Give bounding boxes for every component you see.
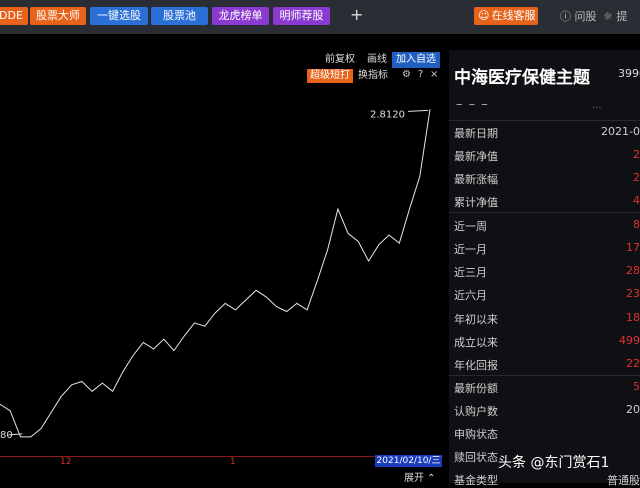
stat-row: 近一周 8 (449, 218, 640, 234)
tab-mentor-picks[interactable]: 明师荐股 (273, 7, 330, 25)
price-placeholder: – – – (456, 97, 489, 112)
stat-value: 5 (633, 380, 640, 393)
stat-label: 近六月 (454, 289, 487, 302)
stat-value: 2021-0 (601, 125, 640, 138)
more-placeholder: ... (592, 100, 602, 111)
x-tick-label: 12 (60, 457, 72, 467)
tab-dde[interactable]: DDE (0, 7, 28, 25)
chevron-up-icon: ⌃ (424, 473, 436, 484)
expand-label: 展开 (404, 473, 424, 484)
stat-label: 最新份额 (454, 382, 498, 395)
stat-label: 申购状态 (454, 428, 498, 441)
ask-stock-button[interactable]: ⓘ 问股 (560, 8, 597, 24)
stat-label: 近一月 (454, 243, 487, 256)
tab-stock-master[interactable]: 股票大师 (30, 7, 86, 25)
expand-button[interactable]: 展开 ⌃ (404, 469, 436, 484)
chart-svg: 2.8120 80 (0, 109, 431, 441)
stat-row: 近一月 17 (449, 241, 640, 257)
stat-label: 基金类型 (454, 474, 498, 487)
stat-row: 最新净值 2 (449, 148, 640, 164)
stat-row: 最新涨幅 2 (449, 171, 640, 187)
add-tab-button[interactable]: + (350, 5, 363, 24)
stat-label: 近三月 (454, 266, 487, 279)
min-label: 80 (0, 430, 13, 441)
stat-row: 认购户数 20 (449, 403, 640, 419)
stat-value: 23 (626, 287, 640, 300)
online-service-label: 在线客服 (491, 9, 536, 22)
divider (449, 375, 640, 376)
tab-one-click-pick[interactable]: 一键选股 (90, 7, 148, 25)
stat-row: 基金类型 普通股 (449, 472, 640, 488)
stat-value: 22 (626, 357, 640, 370)
stat-label: 年化回报 (454, 359, 498, 372)
stat-row: 最新日期 2021-0 (449, 125, 640, 141)
stat-row: 累计净值 4 (449, 194, 640, 210)
divider (449, 212, 640, 213)
stat-row: 最新份额 5 (449, 380, 640, 396)
stat-row: 近六月 23 (449, 287, 640, 303)
top-toolbar: DDE 股票大师 一键选股 股票池 龙虎榜单 明师荐股 + ☺ 在线客服 ⓘ 问股… (0, 0, 640, 34)
stat-label: 近一周 (454, 220, 487, 233)
stat-row: 年初以来 18 (449, 311, 640, 327)
stat-value: 20 (626, 403, 640, 416)
ask-stock-label: 问股 (574, 10, 597, 23)
stat-value: 2 (633, 171, 640, 184)
nav-series-line (0, 109, 431, 438)
current-date-label: 2021/02/10/三 (375, 455, 442, 467)
headset-icon: ☺ (478, 9, 490, 22)
stat-row: 近三月 28 (449, 264, 640, 280)
divider (449, 120, 640, 121)
stat-value: 普通股 (607, 474, 640, 487)
stat-row: 年化回报 22 (449, 357, 640, 373)
tab-stock-pool[interactable]: 股票池 (151, 7, 208, 25)
stat-value: 8 (633, 218, 640, 231)
fund-name: 中海医疗保健主题 (454, 68, 590, 88)
stat-label: 年初以来 (454, 313, 498, 326)
stat-value: 499 (619, 334, 640, 347)
stat-value: 17 (626, 241, 640, 254)
max-arrow (407, 109, 429, 112)
stat-value: 4 (633, 194, 640, 207)
watermark: 头条 @东门赏石1 (498, 455, 610, 471)
stat-label: 最新日期 (454, 127, 498, 140)
hint-button[interactable]: ☼ 提 (603, 8, 627, 24)
question-icon: ⓘ (560, 10, 575, 23)
stat-row: 申购状态 (449, 426, 640, 442)
stat-label: 最新净值 (454, 150, 498, 163)
price-chart: 2.8120 80 (0, 50, 443, 483)
stat-value: 18 (626, 311, 640, 324)
fund-code: 3990 (618, 67, 640, 80)
stat-label: 累计净值 (454, 196, 498, 209)
stat-value: 28 (626, 264, 640, 277)
tab-dragon-tiger[interactable]: 龙虎榜单 (212, 7, 269, 25)
online-service-button[interactable]: ☺ 在线客服 (474, 7, 538, 25)
stat-label: 赎回状态 (454, 451, 498, 464)
stat-row: 成立以来 499 (449, 334, 640, 350)
max-label: 2.8120 (370, 109, 405, 120)
x-tick-label: 1 (230, 457, 236, 467)
stat-label: 认购户数 (454, 405, 498, 418)
hint-label: 提 (616, 10, 628, 23)
stat-value: 2 (633, 148, 640, 161)
stat-label: 成立以来 (454, 336, 498, 349)
stat-label: 最新涨幅 (454, 173, 498, 186)
bulb-icon: ☼ (603, 10, 617, 23)
